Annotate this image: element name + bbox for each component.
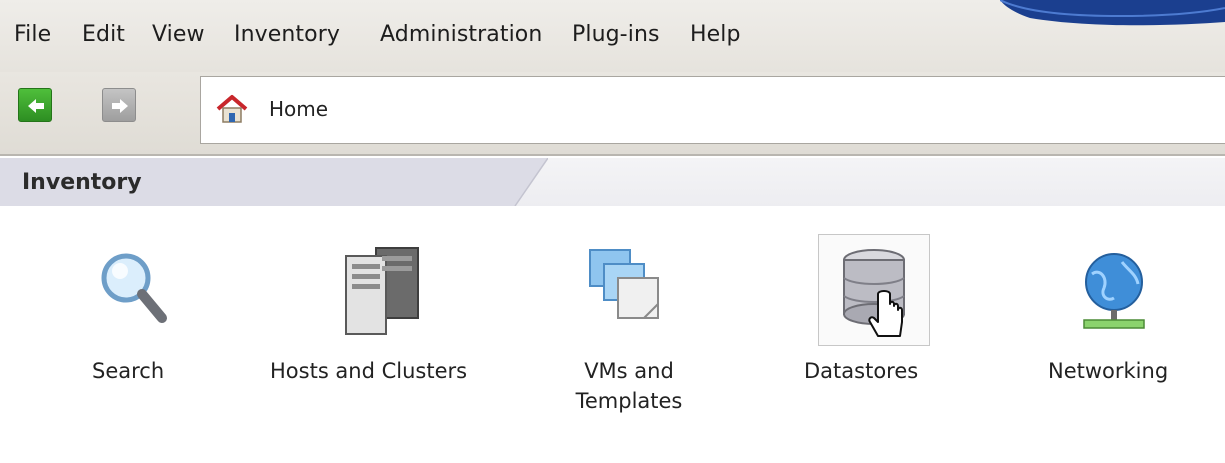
tile-vms-label: VMs and Templates: [574, 356, 684, 416]
menu-inventory[interactable]: Inventory: [234, 22, 340, 47]
menu-bar: File Edit View Inventory Administration …: [0, 0, 1225, 72]
tile-networking-label: Networking: [1048, 359, 1169, 383]
back-button[interactable]: [18, 88, 52, 122]
arrow-left-icon: [28, 99, 44, 113]
toolbar: Home: [0, 72, 1225, 156]
servers-icon: [345, 247, 419, 335]
home-icon: [216, 95, 248, 123]
menu-help[interactable]: Help: [690, 22, 741, 47]
globe-network-icon: [1083, 253, 1145, 329]
tile-search-label: Search: [92, 359, 165, 383]
brand-banner-graphic: [1000, 0, 1225, 26]
address-bar[interactable]: Home: [200, 76, 1225, 144]
menu-view[interactable]: View: [152, 22, 205, 47]
inventory-title: Inventory: [22, 170, 142, 195]
menu-administration[interactable]: Administration: [380, 22, 542, 47]
tile-vms-label-line1: VMs and: [584, 359, 674, 383]
tile-hosts-label: Hosts and Clusters: [270, 359, 468, 383]
tile-vms-label-line2: Templates: [575, 389, 683, 413]
menu-file[interactable]: File: [14, 22, 51, 47]
database-icon: [843, 249, 905, 337]
magnifier-icon: [101, 253, 167, 323]
inventory-header: Inventory: [0, 158, 1225, 206]
menu-edit[interactable]: Edit: [82, 22, 125, 47]
vsphere-client-window: File Edit View Inventory Administration …: [0, 0, 1225, 463]
forward-button[interactable]: [102, 88, 136, 122]
vms-templates-icon: [589, 249, 659, 319]
arrow-right-icon: [112, 99, 128, 113]
tile-datastores-label: Datastores: [804, 359, 919, 383]
menu-plugins[interactable]: Plug-ins: [572, 22, 660, 47]
address-crumb-home[interactable]: Home: [269, 97, 328, 121]
